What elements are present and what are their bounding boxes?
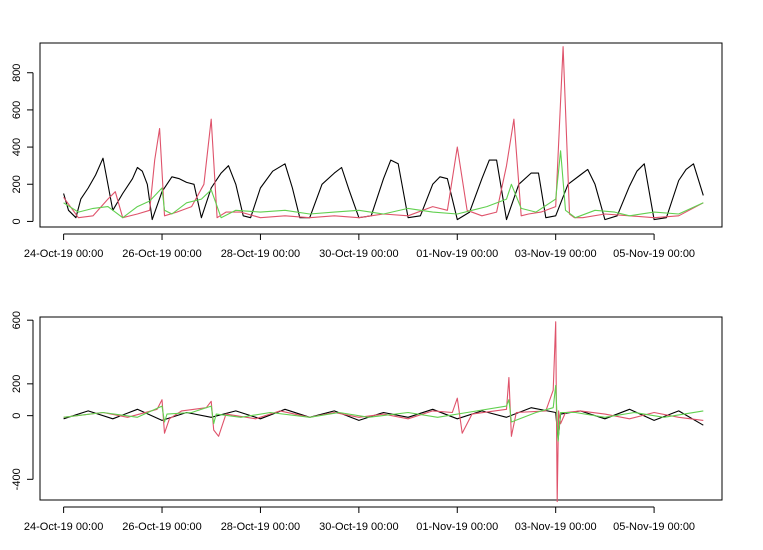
- x-tick-label: 26-Oct-19 00:00: [122, 248, 202, 260]
- y-tick-label: 200: [11, 175, 23, 193]
- plot-frame: [39, 42, 723, 228]
- x-tick-label: 24-Oct-19 00:00: [24, 248, 104, 260]
- series-line-3: [63, 384, 704, 442]
- x-tick-label: 30-Oct-19 00:00: [319, 248, 399, 260]
- x-tick-label: 24-Oct-19 00:00: [24, 521, 104, 533]
- x-tick-label: 28-Oct-19 00:00: [221, 521, 301, 533]
- series-line-2: [63, 46, 704, 219]
- y-tick-label: 200: [11, 375, 23, 393]
- y-tick-label: 800: [11, 64, 23, 82]
- y-tick-label: 600: [11, 311, 23, 329]
- x-tick-label: 26-Oct-19 00:00: [122, 521, 202, 533]
- panel-1: 0 200 400 600 800 24-Oct-19 00:00 26-Oct-19 00…: [11, 42, 723, 260]
- y-tick-label: 0: [11, 218, 23, 224]
- plot-frame: [39, 316, 723, 501]
- x-tick-label: 05-Nov-19 00:00: [613, 521, 695, 533]
- x-tick-label: 05-Nov-19 00:00: [613, 248, 695, 260]
- series-line-1: [63, 157, 704, 221]
- y-tick-label: 400: [11, 138, 23, 156]
- series-line-1: [63, 407, 704, 441]
- x-tick-label: 30-Oct-19 00:00: [319, 521, 399, 533]
- x-tick-label: 01-Nov-19 00:00: [416, 248, 498, 260]
- y-tick-label: 0: [11, 413, 23, 419]
- chart-figure: 0 200 400 600 800 24-Oct-19 00:00 26-Oct-19 00…: [0, 0, 763, 545]
- y-tick-label: 600: [11, 101, 23, 119]
- series-line-2: [63, 321, 704, 503]
- y-tick-label: -400: [11, 468, 23, 490]
- x-tick-label: 03-Nov-19 00:00: [515, 521, 597, 533]
- x-tick-label: 28-Oct-19 00:00: [221, 248, 301, 260]
- chart-svg: 0 200 400 600 800 24-Oct-19 00:00 26-Oct-19 00…: [11, 42, 723, 533]
- x-tick-label: 03-Nov-19 00:00: [515, 248, 597, 260]
- panel-2: -400 0 200 600 24-Oct-19 00:00 26-Oct-19 00:0…: [11, 311, 723, 533]
- x-tick-label: 01-Nov-19 00:00: [416, 521, 498, 533]
- series-line-3: [63, 150, 704, 219]
